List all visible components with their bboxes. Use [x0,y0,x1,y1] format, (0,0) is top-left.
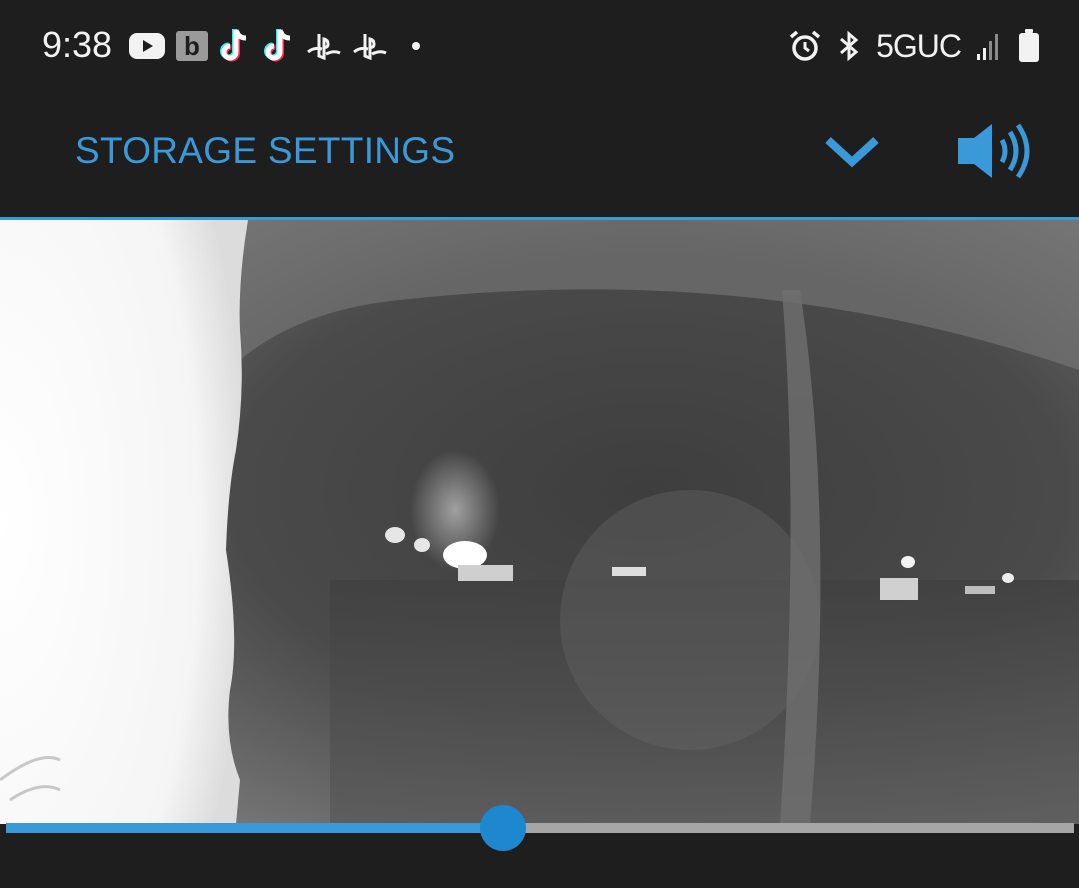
network-type: 5GUC [876,27,962,64]
b-app-icon: b [176,31,208,61]
seek-bar[interactable] [0,805,1079,851]
playstation-icon [353,34,387,60]
youtube-icon [129,33,165,59]
chevron-down-button[interactable] [820,122,884,182]
system-icons: 5GUC [788,26,1041,66]
volume-icon [958,123,1030,179]
status-time: 9:38 [42,24,113,65]
camera-video-frame [0,220,1079,824]
storage-settings-link[interactable]: STORAGE SETTINGS [75,130,455,172]
notification-icons: b [128,28,420,64]
tiktok-icon [264,29,291,62]
battery-icon [1019,29,1039,62]
bluetooth-icon [840,30,859,62]
app-bar: STORAGE SETTINGS [0,92,1079,218]
chevron-down-icon [825,137,879,168]
signal-icon [977,34,998,60]
seek-progress [6,823,503,833]
volume-button[interactable] [952,116,1034,186]
tiktok-icon [220,29,247,62]
seek-thumb[interactable] [479,805,526,851]
alarm-icon [789,30,821,61]
playstation-icon [307,34,341,60]
video-player[interactable] [0,220,1079,824]
status-bar: 9:38 b 5GUC [0,0,1079,92]
notification-dot-icon [412,42,420,50]
